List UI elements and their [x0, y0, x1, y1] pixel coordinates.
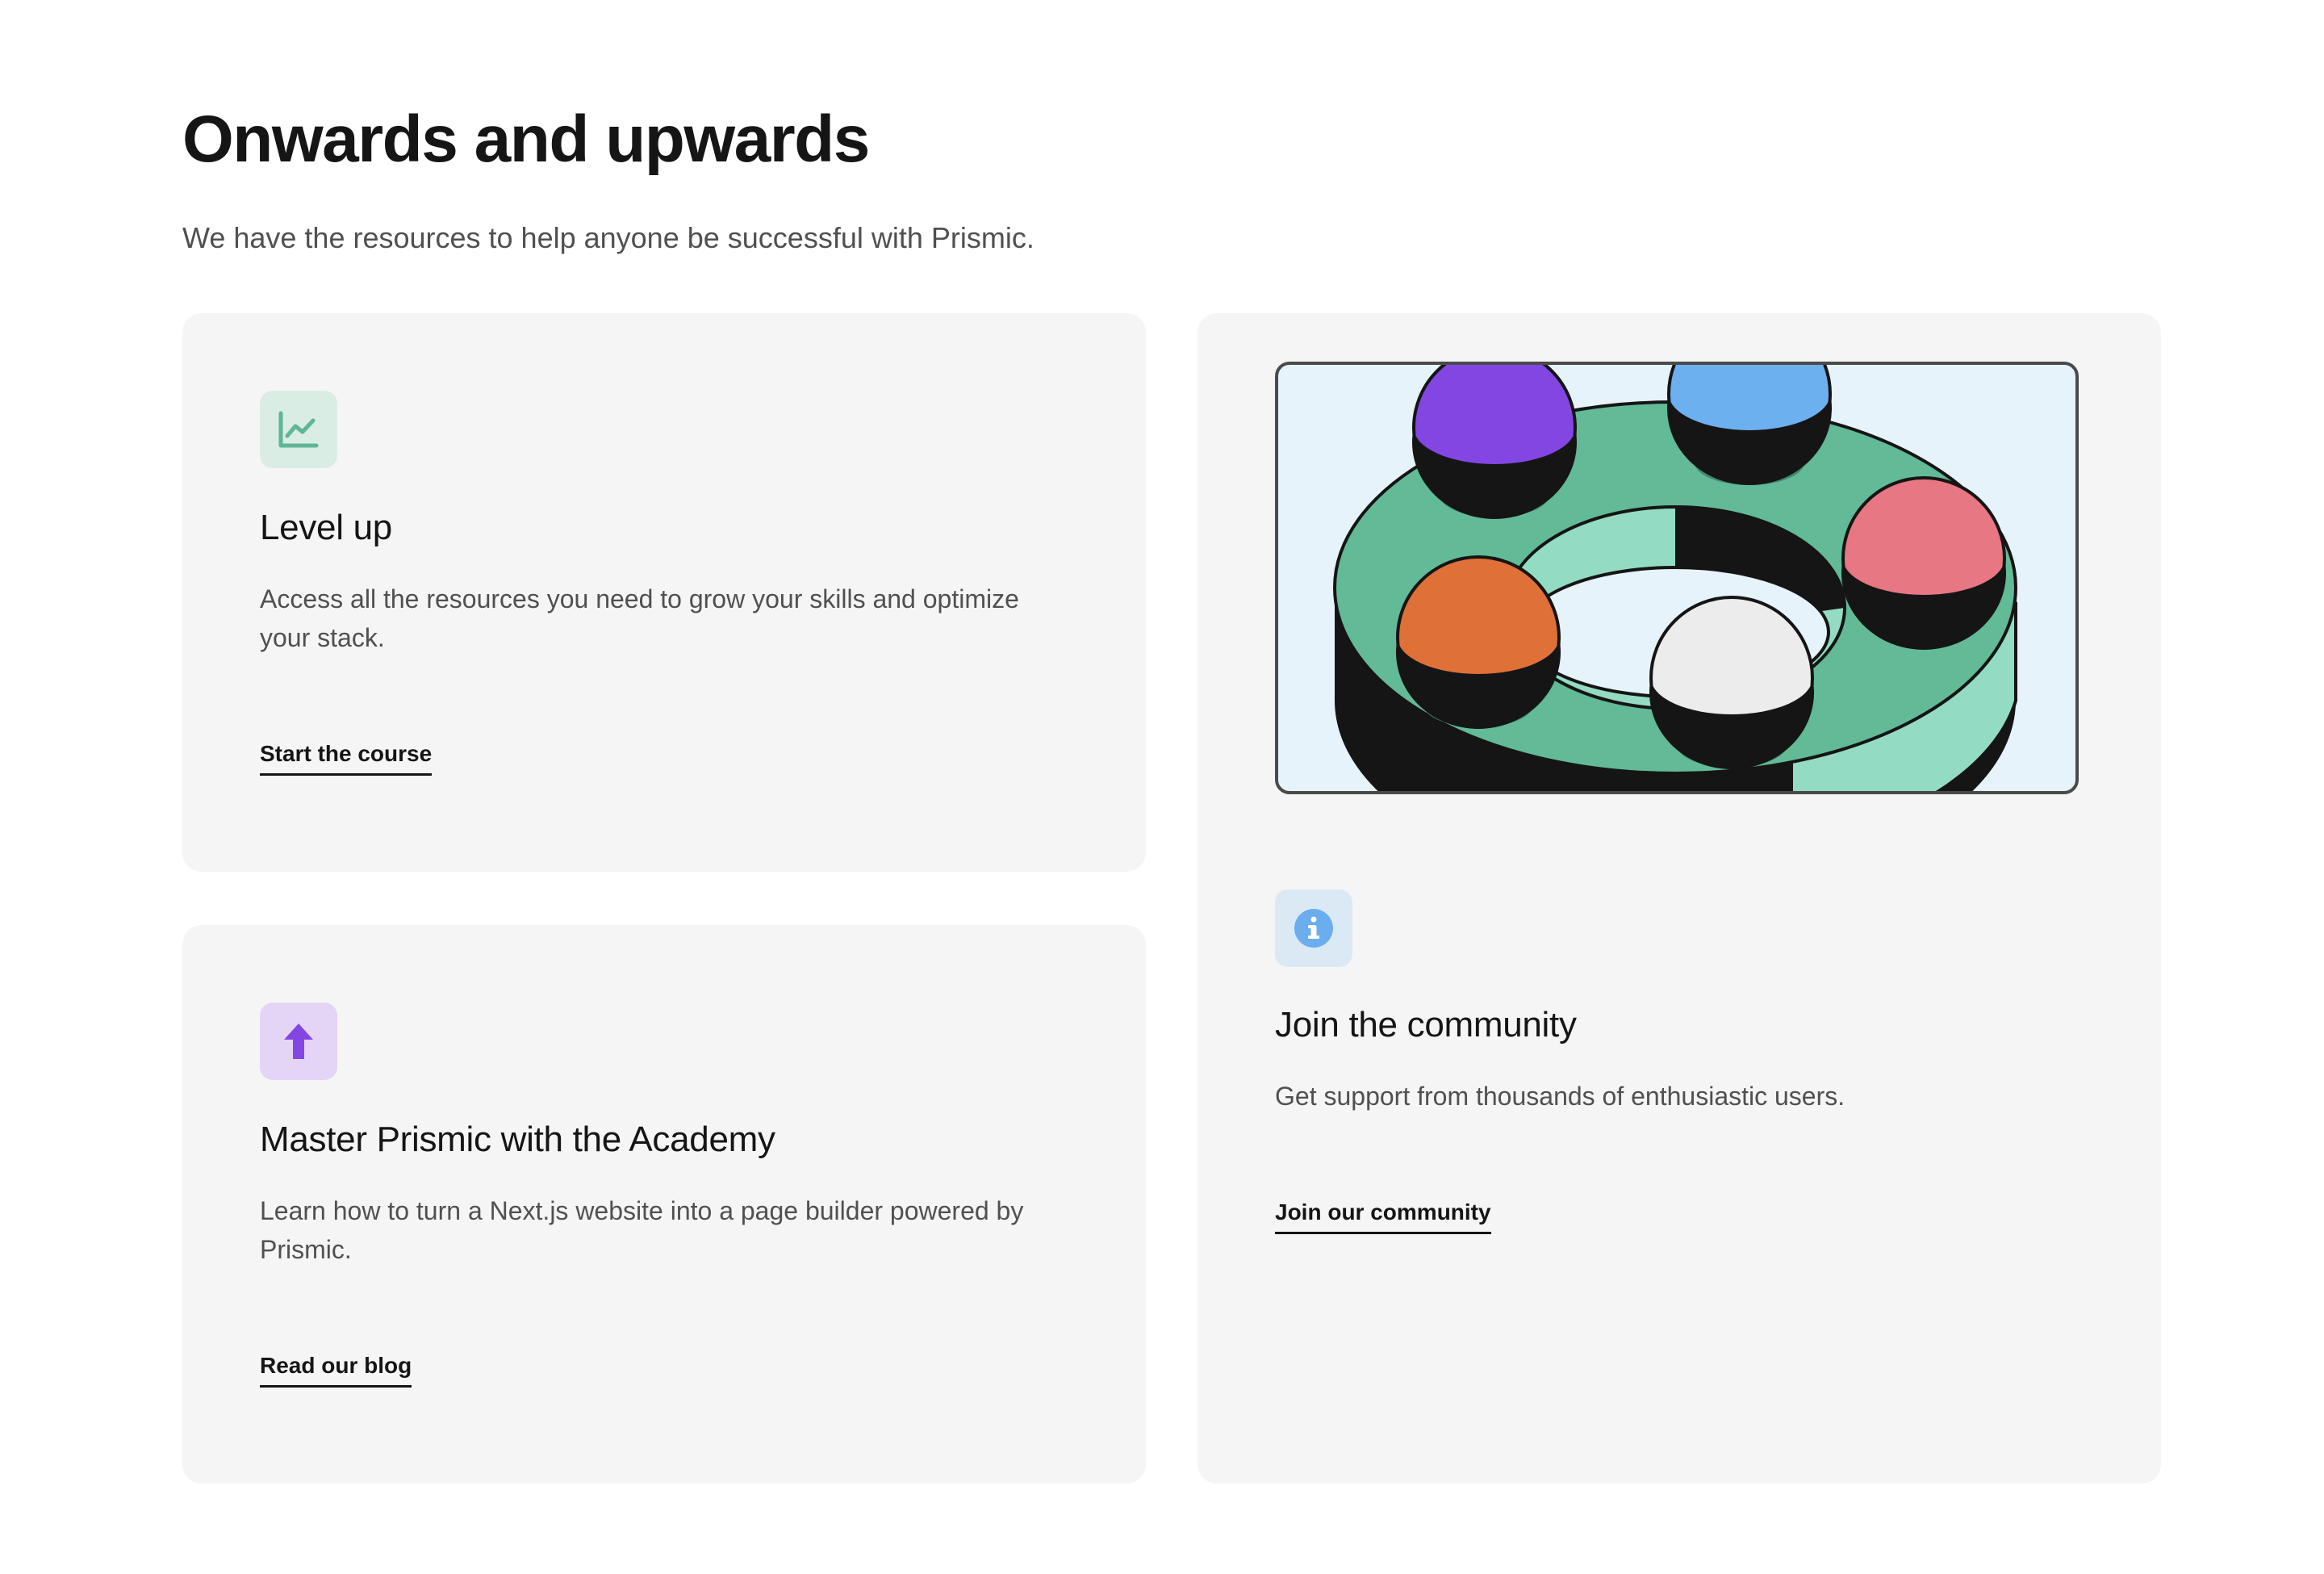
- card-description: Get support from thousands of enthusiast…: [1275, 1082, 1845, 1111]
- page: Onwards and upwards We have the resource…: [0, 0, 2324, 1574]
- start-course-link[interactable]: Start the course: [260, 739, 433, 776]
- read-blog-link[interactable]: Read our blog: [260, 1351, 412, 1388]
- card-description: Access all the resources you need to gro…: [260, 584, 1019, 652]
- card-title: Join the community: [1275, 1005, 1577, 1044]
- card-community: Join the community Get support from thou…: [1198, 313, 2161, 1484]
- card-description: Learn how to turn a Next.js website into…: [260, 1196, 1024, 1264]
- page-title: Onwards and upwards: [182, 103, 870, 176]
- orange-ball: [1396, 555, 1561, 729]
- card-title: Level up: [260, 508, 392, 547]
- chart-line-icon: [260, 391, 337, 468]
- card-academy: Master Prismic with the Academy Learn ho…: [182, 925, 1146, 1484]
- join-community-link[interactable]: Join our community: [1275, 1198, 1491, 1234]
- page-subtitle: We have the resources to help anyone be …: [182, 221, 1035, 254]
- card-title: Master Prismic with the Academy: [260, 1120, 775, 1159]
- community-illustration: [1275, 362, 2079, 794]
- white-ball: [1649, 596, 1814, 769]
- purple-ball: [1412, 363, 1577, 519]
- card-level-up: Level up Access all the resources you ne…: [182, 313, 1146, 872]
- red-ball: [1841, 476, 2006, 650]
- arrow-up-icon: [260, 1003, 337, 1080]
- info-icon: [1275, 890, 1352, 967]
